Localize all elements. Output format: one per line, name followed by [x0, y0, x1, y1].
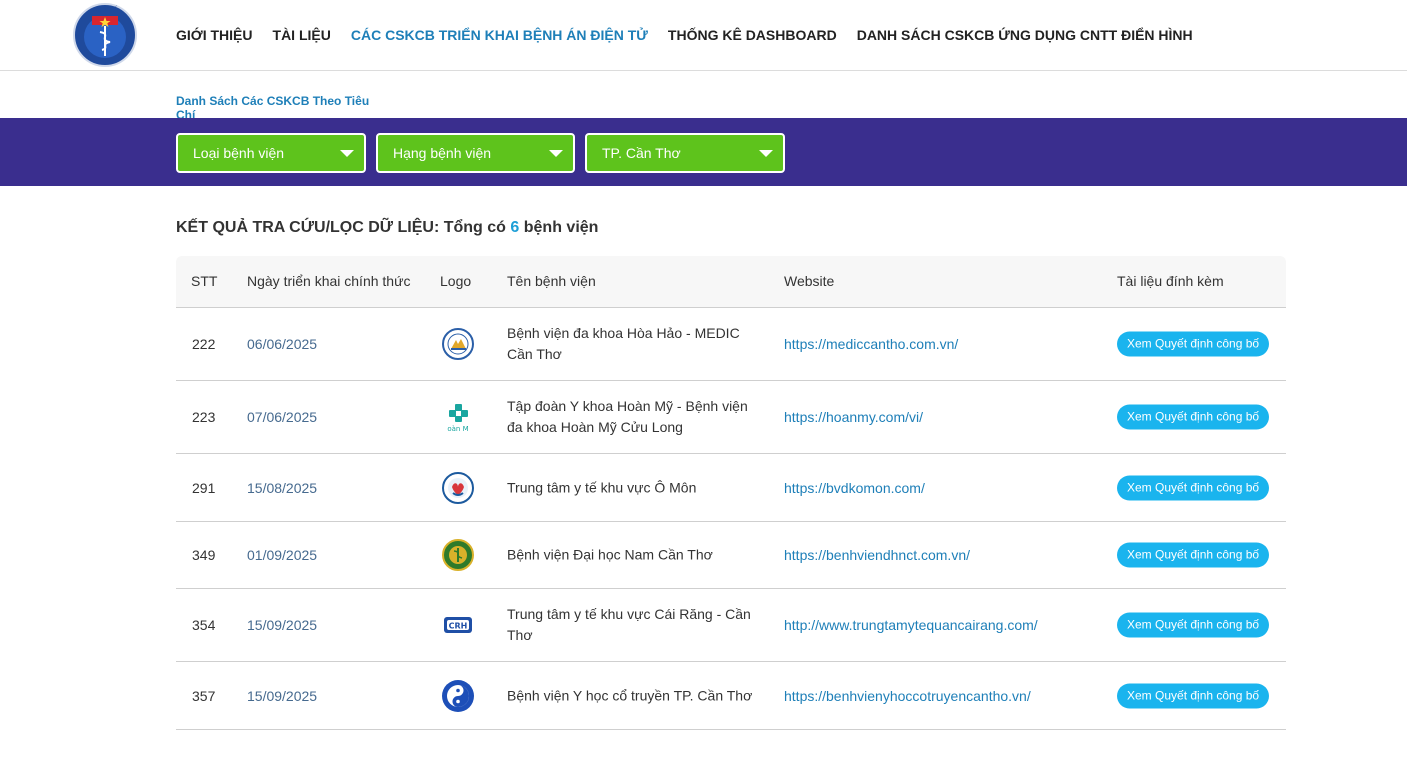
- row-date: 06/06/2025: [247, 336, 318, 352]
- chevron-down-icon: [549, 150, 563, 157]
- header-attachment: Tài liệu đính kèm: [1117, 273, 1224, 289]
- row-stt: 357: [192, 687, 216, 704]
- svg-text:oàn M: oàn M: [447, 425, 468, 433]
- logo-text: BỘ Y TẾ: [93, 6, 117, 14]
- nav-item[interactable]: GIỚI THIỆU: [176, 26, 253, 44]
- row-stt: 354: [192, 617, 216, 633]
- table-row: 223 07/06/2025 oàn M Tập đoàn Y khoa Hoàn M…: [176, 381, 1286, 454]
- hospital-type-value: Loại bệnh viện: [193, 145, 285, 161]
- row-date: 15/09/2025: [247, 687, 318, 704]
- row-stt: 349: [192, 547, 216, 563]
- view-decision-button[interactable]: Xem Quyết định công bố: [1117, 542, 1270, 568]
- svg-text:CRH: CRH: [449, 622, 468, 631]
- row-hospital-name: Trung tâm y tế khu vực Ô Môn: [507, 479, 697, 495]
- row-hospital-name: Bệnh viện Đại học Nam Cần Thơ: [507, 546, 713, 563]
- row-stt: 291: [192, 479, 216, 496]
- header-website: Website: [784, 273, 835, 289]
- row-stt: 223: [192, 409, 216, 425]
- result-count: 6: [510, 219, 520, 236]
- result-prefix: KẾT QUẢ TRA CỨU/LỌC DỮ LIỆU: Tổng có: [176, 219, 506, 236]
- filter-bar: Loại bệnh viện Hạng bệnh viện TP. Cần Th…: [0, 118, 1407, 186]
- view-decision-button[interactable]: Xem Quyết định công bố: [1117, 683, 1270, 708]
- row-hospital-name: Trung tâm y tế khu vực Cái Răng - Cần Th…: [507, 606, 751, 643]
- medic-logo-icon: [441, 327, 475, 361]
- table-row: 349 01/09/2025 Bệnh viện Đại học Nam Cần T…: [176, 522, 1286, 589]
- nav-item[interactable]: THỐNG KÊ DASHBOARD: [668, 26, 837, 44]
- table-header: STT Ngày triển khai chính thức Logo Tên …: [176, 256, 1286, 308]
- hospital-table: STT Ngày triển khai chính thức Logo Tên …: [176, 256, 1286, 730]
- row-date: 15/09/2025: [247, 617, 318, 633]
- row-website-link[interactable]: http://www.trungtamytequancairang.com/: [784, 617, 1038, 633]
- header-stt: STT: [191, 273, 218, 289]
- table-row: 354 15/09/2025 CRH Trung tâm y tế khu vực C…: [176, 589, 1286, 662]
- row-stt: 222: [192, 336, 216, 352]
- hospital-type-select[interactable]: Loại bệnh viện: [176, 133, 366, 173]
- view-decision-button[interactable]: Xem Quyết định công bố: [1117, 404, 1270, 430]
- row-website-link[interactable]: https://benhviendhnct.com.vn/: [784, 547, 970, 563]
- result-summary: KẾT QUẢ TRA CỨU/LỌC DỮ LIỆU: Tổng có 6 b…: [176, 219, 598, 237]
- row-hospital-name: Bệnh viện Y học cổ truyền TP. Cần Thơ: [507, 687, 753, 703]
- header-name: Tên bệnh viện: [507, 273, 596, 289]
- view-decision-button[interactable]: Xem Quyết định công bố: [1117, 612, 1270, 638]
- namcantho-logo-icon: [441, 538, 475, 572]
- header-logo: Logo: [440, 273, 472, 289]
- table-body: 222 06/06/2025 Bệnh viện đa khoa Hòa Hảo -…: [176, 308, 1286, 730]
- table-row: 357 15/09/2025 Bệnh viện Y học cổ truyền T…: [176, 662, 1286, 730]
- hospital-rank-value: Hạng bệnh viện: [393, 145, 492, 161]
- site-header: BỘ Y TẾ GIỚI THIỆU TÀI LIỆU CÁC CSKCB TRIỂ…: [0, 0, 1407, 71]
- table-row: 222 06/06/2025 Bệnh viện đa khoa Hòa Hảo -…: [176, 308, 1286, 381]
- nav-item[interactable]: TÀI LIỆU: [273, 26, 331, 44]
- row-date: 15/08/2025: [247, 479, 318, 496]
- row-date: 07/06/2025: [247, 409, 318, 425]
- province-value: TP. Cần Thơ: [602, 145, 681, 161]
- header-date: Ngày triển khai chính thức: [247, 273, 411, 289]
- row-website-link[interactable]: https://bvdkomon.com/: [784, 480, 925, 496]
- row-website-link[interactable]: https://hoanmy.com/vi/: [784, 409, 923, 425]
- main-nav: GIỚI THIỆU TÀI LIỆU CÁC CSKCB TRIỂN KHAI B…: [176, 26, 1213, 44]
- hoanmy-logo-icon: oàn M: [441, 400, 475, 434]
- ministry-of-health-logo-icon[interactable]: BỘ Y TẾ: [72, 2, 139, 68]
- nav-item[interactable]: DANH SÁCH CSKCB ỨNG DỤNG CNTT ĐIỂN HÌNH: [857, 26, 1193, 44]
- view-decision-button[interactable]: Xem Quyết định công bố: [1117, 475, 1270, 500]
- row-date: 01/09/2025: [247, 547, 318, 563]
- hospital-rank-select[interactable]: Hạng bệnh viện: [376, 133, 575, 173]
- chevron-down-icon: [759, 150, 773, 157]
- crh-logo-icon: CRH: [441, 608, 475, 642]
- province-select[interactable]: TP. Cần Thơ: [585, 133, 785, 173]
- omon-logo-icon: [441, 471, 475, 505]
- nav-item[interactable]: CÁC CSKCB TRIỂN KHAI BỆNH ÁN ĐIỆN TỬ: [351, 26, 648, 44]
- row-hospital-name: Bệnh viện đa khoa Hòa Hảo - MEDIC Cần Th…: [507, 325, 740, 362]
- view-decision-button[interactable]: Xem Quyết định công bố: [1117, 331, 1270, 357]
- table-row: 291 15/08/2025 Trung tâm y tế khu vực Ô Mô…: [176, 454, 1286, 522]
- chevron-down-icon: [340, 150, 354, 157]
- row-website-link[interactable]: https://mediccantho.com.vn/: [784, 336, 958, 352]
- result-suffix: bệnh viện: [523, 219, 599, 236]
- row-hospital-name: Tập đoàn Y khoa Hoàn Mỹ - Bệnh viện đa k…: [507, 398, 748, 435]
- yhct-logo-icon: [441, 679, 475, 713]
- row-website-link[interactable]: https://benhvienyhoccotruyencantho.vn/: [784, 688, 1031, 704]
